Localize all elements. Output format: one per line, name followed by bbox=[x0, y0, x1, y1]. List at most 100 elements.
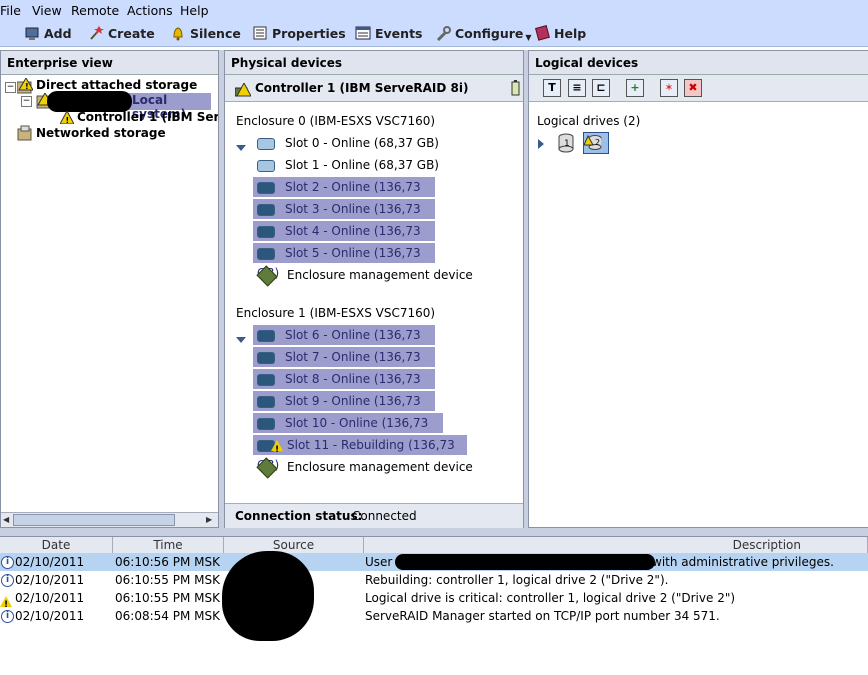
disk-slot-0[interactable]: Slot 0 - Online (68,37 GB) bbox=[257, 133, 439, 153]
disk-slot-1[interactable]: Slot 1 - Online (68,37 GB) bbox=[257, 155, 439, 175]
menu-help[interactable]: Help bbox=[180, 3, 209, 18]
collapse-icon[interactable] bbox=[236, 140, 246, 154]
redaction-blot bbox=[395, 554, 655, 570]
menu-remote[interactable]: Remote bbox=[71, 3, 119, 18]
disk-slot-11[interactable]: Slot 11 - Rebuilding (136,73 GB) bbox=[253, 435, 467, 472]
help-button[interactable]: Help bbox=[534, 25, 586, 41]
configure-label: Configure bbox=[455, 26, 524, 41]
info-icon: i bbox=[1, 556, 14, 569]
redaction-blot bbox=[222, 551, 314, 641]
disk-slot-3[interactable]: Slot 3 - Online (136,73 GB) bbox=[253, 199, 435, 236]
menu-view[interactable]: View bbox=[32, 3, 62, 18]
text-view-button[interactable]: T bbox=[543, 79, 561, 97]
logical-drives-label: Logical drives (2) bbox=[537, 114, 641, 128]
event-time: 06:10:55 PM MSK bbox=[115, 573, 220, 587]
connection-status-label: Connection status: bbox=[235, 509, 363, 523]
column-time[interactable]: Time bbox=[113, 537, 224, 553]
event-row-1[interactable]: i 02/10/2011 06:10:56 PM MSK User with a… bbox=[0, 553, 868, 571]
battery-icon bbox=[511, 80, 520, 99]
event-date: 02/10/2011 bbox=[15, 591, 85, 605]
logical-devices-header: Logical devices bbox=[529, 51, 868, 75]
configure-button[interactable]: Configure ▼ bbox=[435, 25, 532, 42]
tree-view-icon[interactable]: ⊏ bbox=[592, 79, 610, 97]
tree-controller-1[interactable]: Controller 1 (IBM ServeRA bbox=[77, 110, 218, 124]
event-time: 06:08:54 PM MSK bbox=[115, 609, 220, 623]
tree-networked-storage[interactable]: Networked storage bbox=[36, 126, 166, 140]
properties-icon bbox=[252, 25, 268, 41]
collapse-icon[interactable] bbox=[236, 332, 246, 346]
tree-expander[interactable]: − bbox=[5, 82, 16, 93]
column-description[interactable]: Description bbox=[364, 537, 868, 553]
tree-direct-attached-storage[interactable]: Direct attached storage bbox=[36, 78, 197, 92]
logical-drive-1[interactable]: 1 bbox=[557, 133, 575, 156]
scroll-left-icon[interactable]: ◀ bbox=[3, 515, 9, 524]
svg-text:!: ! bbox=[66, 116, 70, 124]
scroll-right-icon[interactable]: ▶ bbox=[206, 515, 212, 524]
create-button[interactable]: Create bbox=[88, 25, 155, 41]
disk-slot-6[interactable]: Slot 6 - Online (136,73 GB) bbox=[253, 325, 435, 362]
properties-button[interactable]: Properties bbox=[252, 25, 346, 41]
splitter-bottom[interactable] bbox=[0, 528, 868, 536]
controller-warning-icon bbox=[234, 81, 252, 100]
disk-icon bbox=[257, 247, 275, 260]
silence-button[interactable]: Silence bbox=[170, 25, 241, 41]
wrench-icon bbox=[435, 25, 451, 42]
event-row-4[interactable]: i 02/10/2011 06:08:54 PM MSK ServeRAID M… bbox=[0, 607, 868, 625]
events-icon bbox=[355, 25, 371, 41]
storage-warning-icon: ! bbox=[16, 77, 34, 97]
event-date: 02/10/2011 bbox=[15, 609, 85, 623]
event-row-3[interactable]: 02/10/2011 06:10:55 PM MSK Logical drive… bbox=[0, 589, 868, 614]
enterprise-view-pane: Enterprise view − ! Direct attached stor… bbox=[0, 50, 219, 528]
chip-icon bbox=[256, 264, 278, 287]
tree-expander[interactable]: − bbox=[21, 96, 32, 107]
disk-icon bbox=[257, 329, 275, 342]
event-time: 06:10:55 PM MSK bbox=[115, 591, 220, 605]
menu-actions[interactable]: Actions bbox=[127, 3, 173, 18]
disk-icon bbox=[257, 137, 275, 150]
disk-icon bbox=[257, 225, 275, 238]
delete-button[interactable]: ✖ bbox=[684, 79, 702, 97]
enterprise-view-header: Enterprise view bbox=[1, 51, 218, 75]
column-source[interactable]: Source bbox=[224, 537, 364, 553]
disk-slot-8[interactable]: Slot 8 - Online (136,73 GB) bbox=[253, 369, 435, 406]
list-view-icon[interactable]: ≡ bbox=[568, 79, 586, 97]
event-date: 02/10/2011 bbox=[15, 555, 85, 569]
menu-file[interactable]: File bbox=[0, 3, 21, 18]
add-icon bbox=[24, 25, 40, 41]
column-date[interactable]: Date bbox=[0, 537, 113, 553]
enclosure-management-device-1[interactable]: Enclosure management device bbox=[256, 456, 473, 479]
network-storage-icon bbox=[17, 125, 33, 144]
svg-text:!: ! bbox=[25, 82, 29, 91]
event-description-prefix: User bbox=[365, 555, 393, 569]
rebuilding-warning-icon bbox=[271, 440, 283, 460]
splitter-left[interactable] bbox=[219, 50, 224, 528]
disk-slot-7[interactable]: Slot 7 - Online (136,73 GB) bbox=[253, 347, 435, 384]
expand-icon[interactable] bbox=[538, 138, 544, 152]
event-description: Logical drive is critical: controller 1,… bbox=[365, 591, 736, 605]
disk-icon bbox=[257, 203, 275, 216]
enclosure-0-title: Enclosure 0 (IBM-ESXS VSC7160) bbox=[236, 114, 436, 128]
event-description-suffix: with administrative privileges. bbox=[652, 555, 834, 569]
create-wizard-button[interactable]: ✶ bbox=[660, 79, 678, 97]
disk-slot-2[interactable]: Slot 2 - Online (136,73 GB) bbox=[253, 177, 435, 214]
add-label: Add bbox=[44, 25, 72, 41]
horizontal-scrollbar[interactable]: ◀ ▶ bbox=[1, 512, 218, 527]
connection-status-value: Connected bbox=[352, 509, 417, 523]
bell-icon bbox=[170, 25, 186, 41]
disk-slot-10[interactable]: Slot 10 - Online (136,73 GB) bbox=[253, 413, 443, 450]
disk-slot-9[interactable]: Slot 9 - Online (136,73 GB) bbox=[253, 391, 435, 428]
event-row-2[interactable]: i 02/10/2011 06:10:55 PM MSK Rebuilding:… bbox=[0, 571, 868, 589]
disk-slot-5[interactable]: Slot 5 - Online (136,73 GB) bbox=[253, 243, 435, 280]
scrollbar-thumb[interactable] bbox=[13, 514, 175, 526]
disk-slot-4[interactable]: Slot 4 - Online (136,73 GB) bbox=[253, 221, 435, 258]
logical-devices-pane: Logical devices T ≡ ⊏ + ✶ ✖ Logical driv… bbox=[528, 50, 868, 528]
enclosure-management-device-0[interactable]: Enclosure management device bbox=[256, 264, 473, 287]
add-logical-drive-button[interactable]: + bbox=[626, 79, 644, 97]
menu-bar: File View Remote Actions Help bbox=[0, 0, 868, 20]
logical-drive-2[interactable]: 2 bbox=[583, 132, 609, 154]
events-button[interactable]: Events bbox=[355, 25, 422, 41]
event-description: Rebuilding: controller 1, logical drive … bbox=[365, 573, 669, 587]
redaction-blot bbox=[47, 91, 132, 112]
add-button[interactable]: Add bbox=[24, 25, 72, 41]
splitter-right[interactable] bbox=[524, 50, 528, 528]
